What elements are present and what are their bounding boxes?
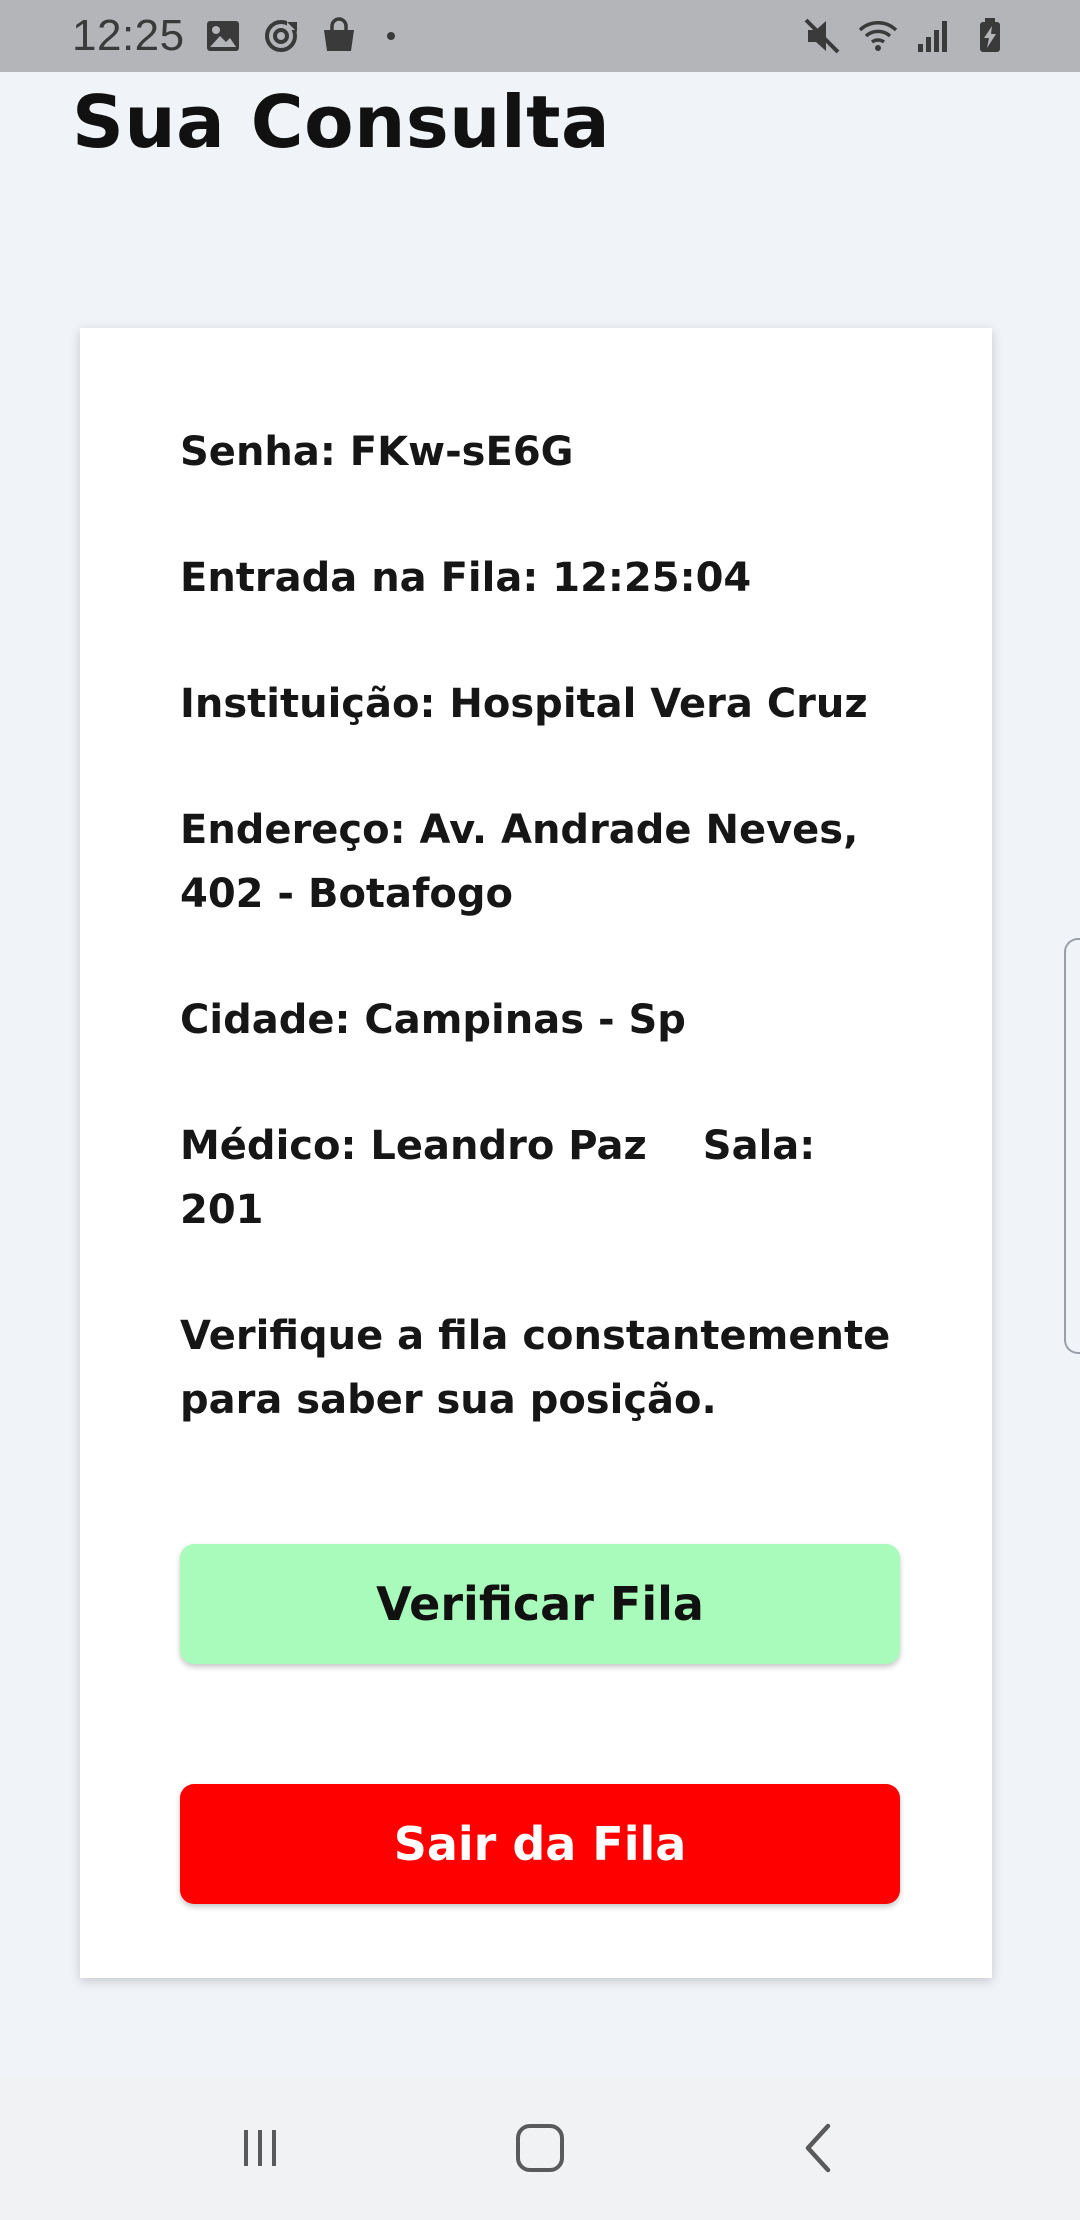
- ticket-code: Senha: FKw-sE6G: [180, 429, 574, 475]
- page-title: Sua Consulta: [72, 80, 611, 164]
- address: Endereço: Av. Andrade Neves, 402 - Botaf…: [180, 798, 900, 926]
- queue-entry-time: Entrada na Fila: 12:25:04: [180, 555, 752, 601]
- recent-apps-button[interactable]: [212, 2100, 308, 2196]
- notice-line-2: para saber sua posição.: [180, 1377, 717, 1423]
- back-button[interactable]: [772, 2100, 868, 2196]
- status-time: 12:25: [72, 11, 185, 60]
- shopping-bag-icon: [323, 17, 354, 51]
- doctor-room-row: Médico: Leandro Paz Sala: 201: [180, 1114, 900, 1242]
- edge-panel-handle[interactable]: [1064, 938, 1080, 1354]
- wifi-icon: [858, 21, 898, 51]
- navigation-bar: [0, 2076, 1080, 2220]
- sync-icon: [264, 20, 297, 52]
- verify-queue-button[interactable]: Verificar Fila: [180, 1544, 900, 1664]
- consultation-card: Senha: FKw-sE6G Entrada na Fila: 12:25:0…: [80, 328, 992, 1978]
- notification-dot: [386, 32, 395, 40]
- leave-queue-button[interactable]: Sair da Fila: [180, 1784, 900, 1904]
- consultation-details: Senha: FKw-sE6G Entrada na Fila: 12:25:0…: [180, 420, 900, 1494]
- address-line-1: Endereço: Av. Andrade Neves,: [180, 807, 859, 853]
- status-bar: 12:25: [0, 0, 1080, 72]
- back-icon: [805, 2123, 831, 2173]
- battery-charging-icon: [980, 18, 1000, 52]
- mute-icon: [804, 18, 840, 54]
- signal-icon: [918, 21, 947, 52]
- queue-notice: Verifique a fila constantemente para sab…: [180, 1304, 900, 1432]
- status-left: 12:25: [72, 11, 395, 61]
- home-icon: [516, 2124, 564, 2172]
- recent-apps-icon: [244, 2130, 276, 2166]
- image-icon: [206, 21, 239, 51]
- doctor: Médico: Leandro Paz: [180, 1123, 647, 1169]
- home-button[interactable]: [492, 2100, 588, 2196]
- address-line-2: 402 - Botafogo: [180, 871, 514, 917]
- institution: Instituição: Hospital Vera Cruz: [180, 681, 868, 727]
- notice-line-1: Verifique a fila constantemente: [180, 1313, 891, 1359]
- city: Cidade: Campinas - Sp: [180, 997, 686, 1043]
- status-right: [802, 16, 1010, 56]
